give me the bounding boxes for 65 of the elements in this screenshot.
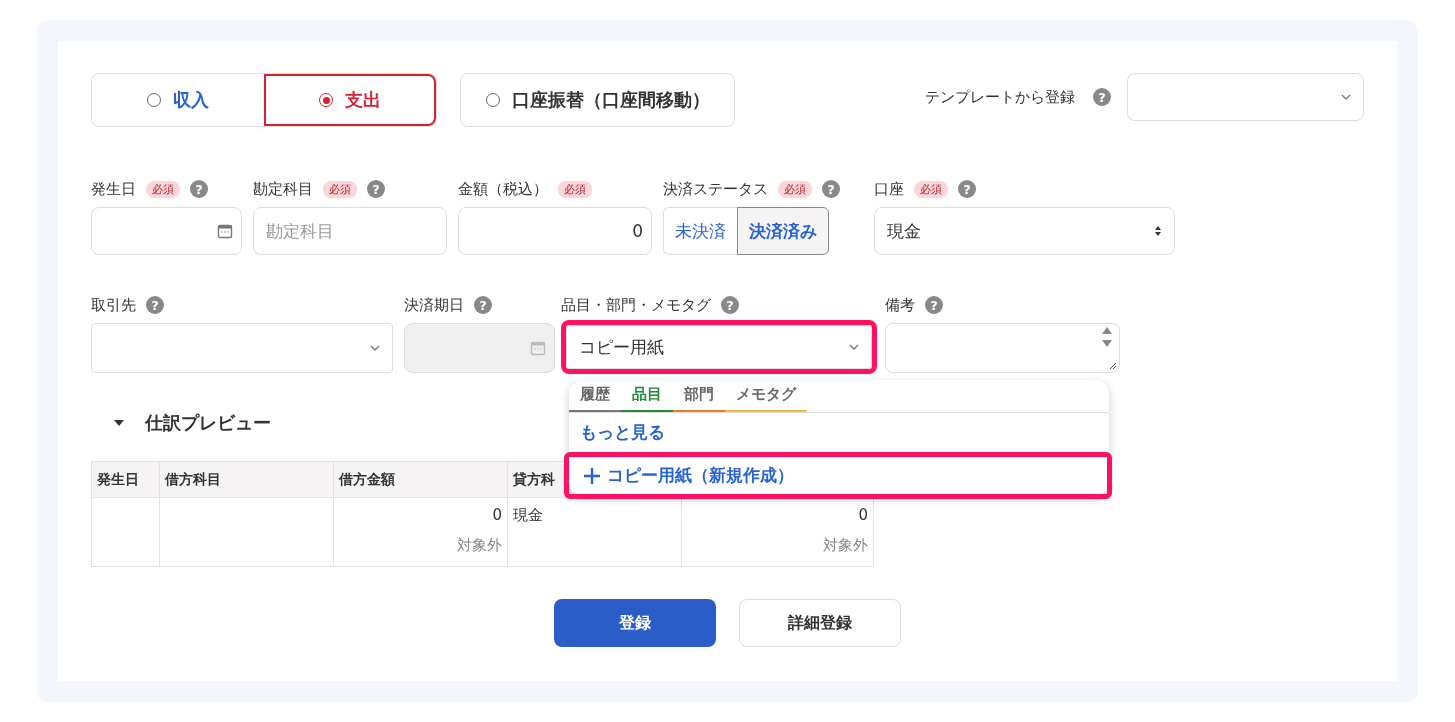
status-toggle[interactable]: 未決済 (663, 207, 737, 255)
help-icon[interactable]: ? (721, 296, 739, 314)
help-icon[interactable]: ? (958, 180, 976, 198)
field-label: 勘定科目 (253, 179, 313, 199)
template-label: テンプレートから登録 (925, 87, 1075, 107)
calendar-icon (217, 223, 233, 239)
help-icon[interactable]: ? (822, 180, 840, 198)
help-icon[interactable]: ? (190, 180, 208, 198)
help-icon[interactable]: ? (146, 296, 164, 314)
section-title: 仕訳プレビュー (145, 411, 271, 435)
field-label: 備考 (885, 295, 915, 315)
memo-field[interactable] (885, 323, 1120, 373)
table-cell-text: 0 (857, 506, 868, 524)
required-badge: 必須 (323, 180, 357, 198)
chevron-down-icon (1341, 94, 1351, 100)
chevron-down-icon (370, 345, 380, 351)
account-field[interactable]: 勘定科目 (253, 207, 447, 255)
field-label: 発生日 (91, 179, 136, 199)
column-header: 発生日 (91, 461, 160, 498)
template-select[interactable] (1127, 73, 1364, 121)
more-link[interactable]: もっと見る (569, 413, 1109, 452)
required-badge: 必須 (558, 180, 592, 198)
required-badge: 必須 (146, 180, 180, 198)
table-cell-text: 対象外 (822, 536, 868, 555)
dropdown-tab[interactable]: 履歴 (569, 380, 621, 412)
field-label: 決済ステータス (663, 179, 768, 199)
field-label: 品目・部門・メモタグ (561, 295, 711, 315)
dropdown-tab[interactable]: 部門 (673, 380, 725, 412)
table-cell-text: 現金 (513, 506, 544, 525)
help-icon[interactable]: ? (367, 180, 385, 198)
field-label: 金額（税込） (458, 179, 548, 199)
combo-field[interactable]: コピー用紙 (566, 325, 872, 369)
field-label: 決済期日 (404, 295, 464, 315)
field-label: 口座 (874, 179, 904, 199)
required-badge: 必須 (778, 180, 812, 198)
field-value: コピー用紙 (579, 335, 664, 359)
caret-icon[interactable] (113, 419, 125, 427)
calendar-icon (530, 340, 546, 356)
help-icon[interactable]: ? (1093, 88, 1111, 106)
date-field[interactable] (91, 207, 242, 255)
help-icon[interactable]: ? (474, 296, 492, 314)
help-icon[interactable]: ? (925, 296, 943, 314)
status-toggle[interactable]: 決済済み (737, 207, 829, 255)
entry-type-radio[interactable]: 口座振替（口座間移動） (460, 73, 735, 127)
chevron-down-icon (849, 344, 859, 350)
column-header: 借方金額 (333, 461, 508, 498)
table-cell-text: 0 (491, 506, 502, 524)
required-badge: 必須 (914, 180, 948, 198)
dropdown-tab[interactable]: 品目 (621, 380, 673, 412)
create-item-option[interactable]: コピー用紙（新規作成） (569, 457, 1107, 494)
account-select[interactable]: 現金 (874, 207, 1175, 255)
amount-field[interactable]: 0 (458, 207, 652, 255)
register-button[interactable]: 登録 (554, 599, 716, 647)
detail-register-button[interactable]: 詳細登録 (739, 599, 901, 647)
table-cell-text: 対象外 (456, 536, 502, 555)
column-header: 借方科目 (159, 461, 334, 498)
sort-arrows-icon (1154, 225, 1162, 237)
date-field[interactable] (404, 323, 555, 373)
field-label: 取引先 (91, 295, 136, 315)
entry-type-radio[interactable]: 支出 (264, 74, 436, 126)
plus-icon (583, 466, 601, 485)
resize-handle-icon[interactable] (1108, 361, 1117, 370)
combo-field[interactable] (91, 323, 393, 373)
dropdown-tab[interactable]: メモタグ (725, 380, 807, 412)
spinner-arrows-icon (1101, 326, 1113, 348)
